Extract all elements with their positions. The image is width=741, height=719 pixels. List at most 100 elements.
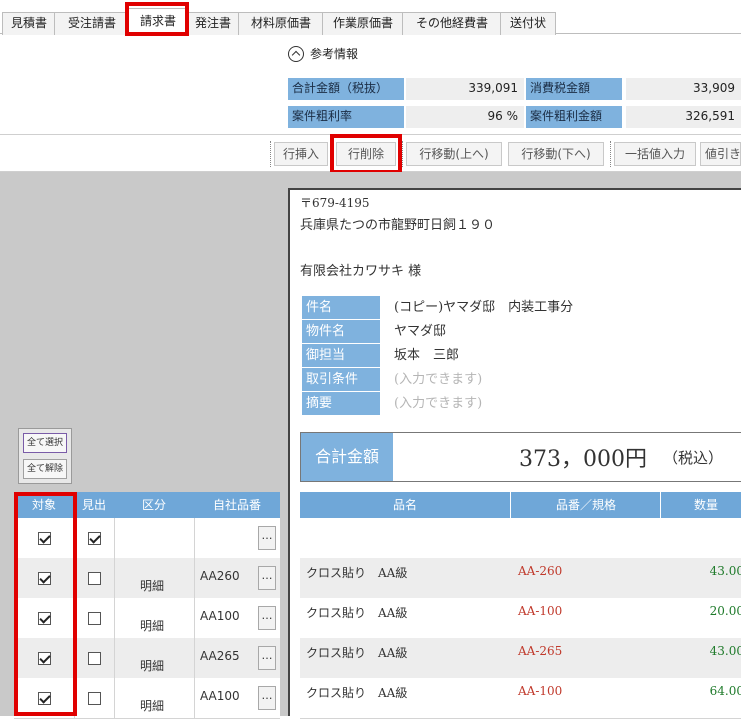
- tab-other-expenses[interactable]: その他経費書: [402, 12, 502, 35]
- subtotal-label: 合計金額（税抜）: [288, 78, 404, 100]
- gross-margin-rate-label: 案件粗利率: [288, 106, 404, 128]
- item-lookup-button[interactable]: …: [258, 566, 276, 590]
- gross-margin-amount-label: 案件粗利金額: [526, 106, 622, 128]
- item-lookup-button[interactable]: …: [258, 646, 276, 670]
- heading-checkbox[interactable]: [88, 652, 101, 665]
- gross-margin-amount-value: 326,591: [626, 106, 741, 128]
- item-spec-cell[interactable]: AA-265: [518, 644, 562, 658]
- column-divider: [194, 518, 195, 558]
- item-lookup-button[interactable]: …: [258, 526, 276, 550]
- header-category[interactable]: 区分: [114, 492, 194, 518]
- item-code-cell[interactable]: AA260: [200, 569, 240, 583]
- table-row[interactable]: 明細 AA265 …: [14, 638, 280, 679]
- tab-invoice[interactable]: 請求書: [128, 8, 188, 35]
- column-divider: [114, 518, 115, 558]
- category-cell[interactable]: 明細: [140, 657, 164, 674]
- field-value[interactable]: ヤマダ邸: [394, 320, 446, 343]
- table-row[interactable]: [300, 518, 741, 559]
- recipient-name: 有限会社カワサキ 様: [300, 264, 422, 279]
- field-value[interactable]: 坂本 三郎: [394, 344, 459, 367]
- column-divider: [114, 558, 115, 598]
- address: 兵庫県たつの市龍野町日飼１９０: [300, 218, 496, 233]
- column-divider: [114, 638, 115, 678]
- tab-work-cost[interactable]: 作業原価書: [322, 12, 404, 35]
- target-checkbox[interactable]: [38, 692, 51, 705]
- field-label: 物件名: [302, 320, 380, 343]
- item-name-cell[interactable]: クロス貼り AA級: [306, 604, 407, 621]
- column-divider: [114, 598, 115, 638]
- gross-margin-rate-value: 96 %: [406, 106, 524, 128]
- header-item-name: 品名: [392, 498, 417, 512]
- postal-code: 〒679-4195: [300, 196, 370, 210]
- select-all-button[interactable]: 全て選択: [23, 433, 67, 453]
- total-amount-value: 373，000円: [519, 447, 647, 472]
- tab-estimate[interactable]: 見積書: [2, 12, 56, 35]
- item-name-cell[interactable]: クロス貼り AA級: [306, 564, 407, 581]
- item-lookup-button[interactable]: …: [258, 606, 276, 630]
- header-item-code[interactable]: 自社品番: [194, 492, 280, 518]
- tab-bar: 見積書 受注請書 請求書 発注書 材料原価書 作業原価書 その他経費書 送付状: [0, 0, 741, 35]
- discount-button[interactable]: 値引き: [700, 142, 741, 166]
- header-heading[interactable]: 見出: [74, 492, 114, 518]
- item-quantity-cell[interactable]: 43.00: [710, 644, 741, 658]
- item-spec-cell[interactable]: AA-100: [518, 684, 562, 698]
- item-name-cell[interactable]: クロス貼り AA級: [306, 684, 407, 701]
- table-row[interactable]: クロス貼り AA級 AA-260 43.00: [300, 558, 741, 599]
- target-checkbox[interactable]: [38, 612, 51, 625]
- item-quantity-cell[interactable]: 43.00: [710, 564, 741, 578]
- field-value[interactable]: (コピー)ヤマダ邸 内装工事分: [394, 296, 573, 319]
- field-value[interactable]: (入力できます): [394, 368, 482, 391]
- table-row[interactable]: 明細 AA100 …: [14, 598, 280, 639]
- item-code-cell[interactable]: AA100: [200, 689, 240, 703]
- consumption-tax-label: 消費税金額: [526, 78, 622, 100]
- item-code-cell[interactable]: AA100: [200, 609, 240, 623]
- table-row[interactable]: クロス貼り AA級 AA-100 64.00: [300, 678, 741, 719]
- field-value[interactable]: (入力できます): [394, 392, 482, 415]
- heading-checkbox[interactable]: [88, 532, 101, 545]
- delete-row-button[interactable]: 行削除: [336, 142, 396, 166]
- tab-material-cost[interactable]: 材料原価書: [238, 12, 324, 35]
- item-code-cell[interactable]: AA265: [200, 649, 240, 663]
- heading-checkbox[interactable]: [88, 572, 101, 585]
- header-quantity: 数量: [660, 492, 741, 518]
- reference-info-toggle[interactable]: 参考情報: [288, 42, 488, 66]
- item-spec-cell[interactable]: AA-100: [518, 604, 562, 618]
- column-divider: [74, 518, 75, 558]
- column-divider: [194, 558, 195, 598]
- header-spec: 品番／規格: [510, 492, 661, 518]
- move-row-down-button[interactable]: 行移動(下へ): [508, 142, 604, 166]
- tab-purchase-order[interactable]: 発注書: [186, 12, 240, 35]
- heading-checkbox[interactable]: [88, 692, 101, 705]
- toolbar-separator: [610, 141, 611, 167]
- heading-checkbox[interactable]: [88, 612, 101, 625]
- target-checkbox[interactable]: [38, 652, 51, 665]
- table-row[interactable]: クロス貼り AA級 AA-265 43.00: [300, 638, 741, 679]
- category-cell[interactable]: 明細: [140, 577, 164, 594]
- column-divider: [114, 678, 115, 718]
- bulk-value-input-button[interactable]: 一括値入力: [614, 142, 696, 166]
- item-name-cell[interactable]: クロス貼り AA級: [306, 644, 407, 661]
- category-cell[interactable]: 明細: [140, 697, 164, 714]
- table-row[interactable]: 明細 AA260 …: [14, 558, 280, 599]
- target-checkbox[interactable]: [38, 572, 51, 585]
- target-checkbox[interactable]: [38, 532, 51, 545]
- grid-header: 対象 見出 区分 自社品番: [14, 492, 280, 518]
- tab-cover-letter[interactable]: 送付状: [500, 12, 556, 35]
- toolbar-separator: [402, 141, 403, 167]
- column-divider: [74, 638, 75, 678]
- insert-row-button[interactable]: 行挿入: [274, 142, 328, 166]
- table-row[interactable]: クロス貼り AA級 AA-100 20.00: [300, 598, 741, 639]
- item-lookup-button[interactable]: …: [258, 686, 276, 710]
- item-quantity-cell[interactable]: 20.00: [710, 604, 741, 618]
- table-row[interactable]: 明細 AA100 …: [14, 678, 280, 719]
- item-quantity-cell[interactable]: 64.00: [710, 684, 741, 698]
- item-spec-cell[interactable]: AA-260: [518, 564, 562, 578]
- deselect-all-button[interactable]: 全て解除: [23, 459, 67, 479]
- header-target[interactable]: 対象: [14, 492, 74, 518]
- consumption-tax-value: 33,909: [626, 78, 741, 100]
- tab-order-acceptance[interactable]: 受注請書: [54, 12, 130, 35]
- table-row[interactable]: …: [14, 518, 280, 559]
- move-row-up-button[interactable]: 行移動(上へ): [406, 142, 502, 166]
- category-cell[interactable]: 明細: [140, 617, 164, 634]
- invoice-document: 〒679-4195 兵庫県たつの市龍野町日飼１９０ 有限会社カワサキ 様 件名 (…: [288, 188, 741, 719]
